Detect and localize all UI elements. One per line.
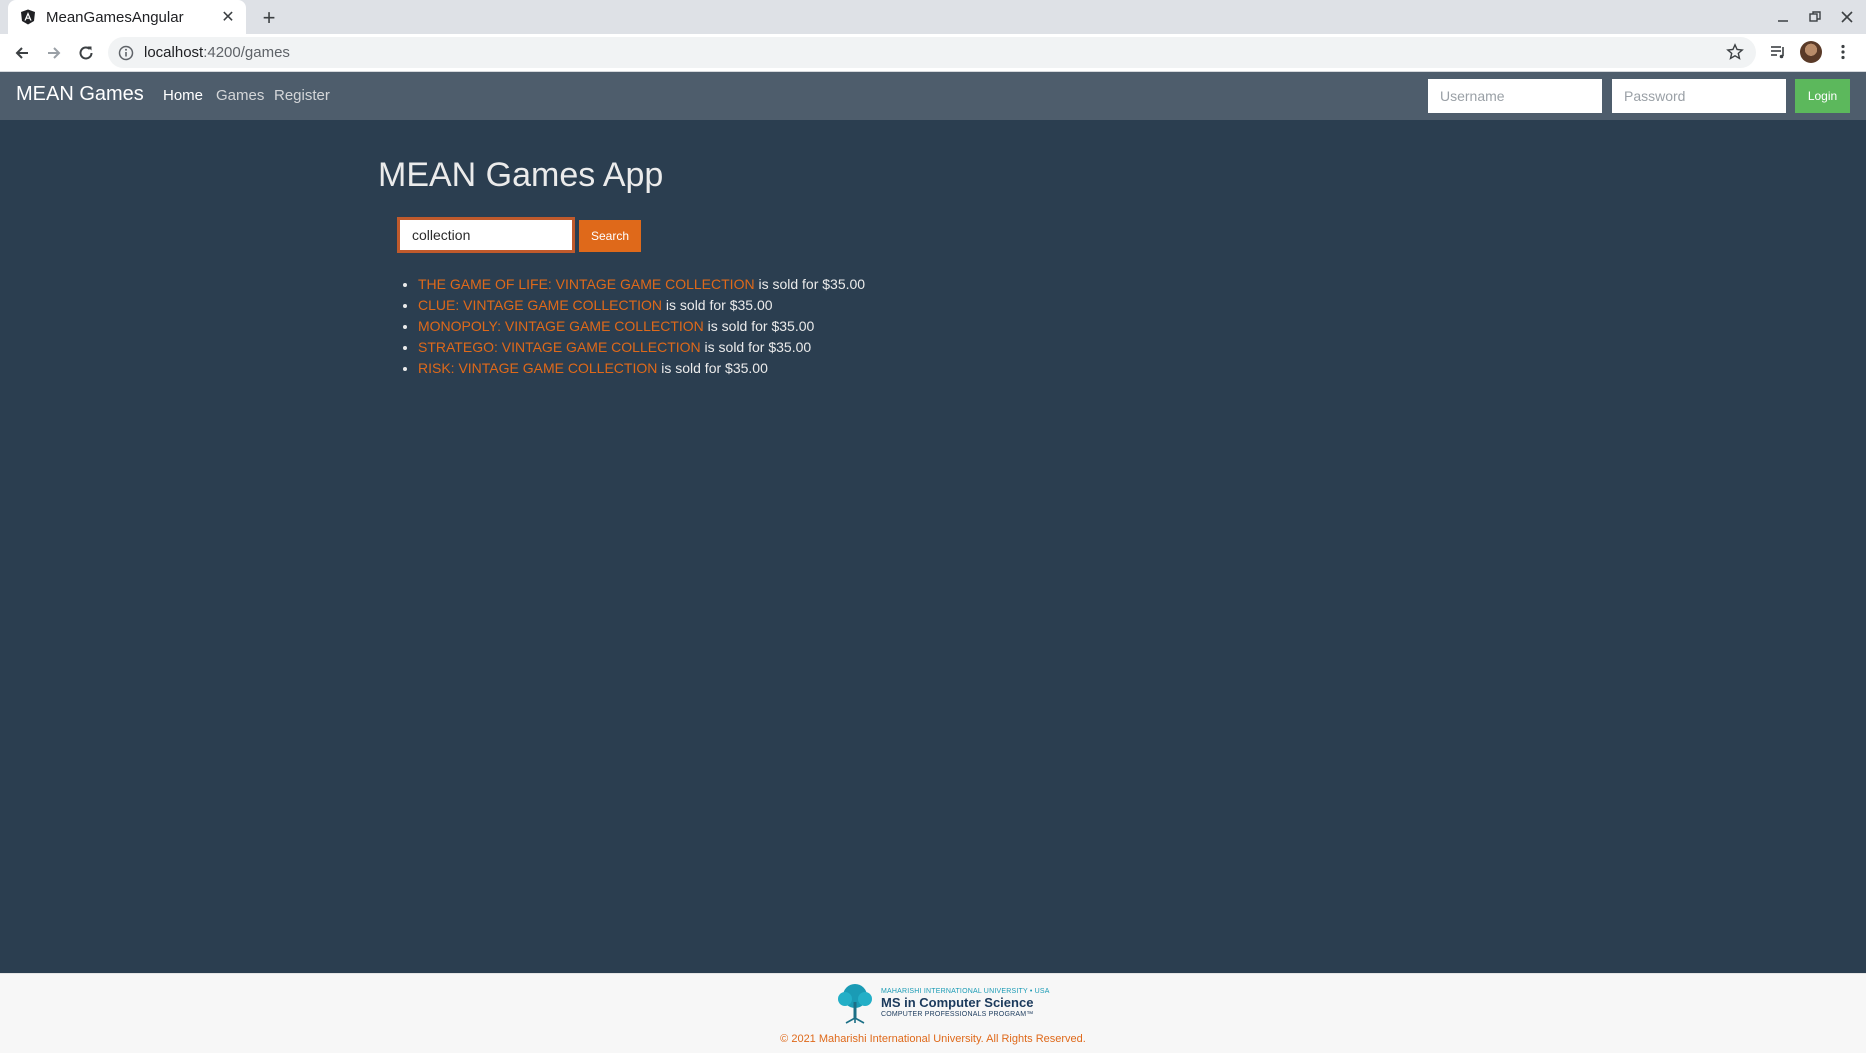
logo-main-text: MS in Computer Science xyxy=(881,995,1034,1010)
price-text: is sold for $35.00 xyxy=(754,276,866,292)
price-text: is sold for $35.00 xyxy=(703,318,815,334)
bookmark-star-icon[interactable] xyxy=(1726,43,1744,61)
restore-icon[interactable] xyxy=(1802,6,1828,28)
media-queue-icon[interactable] xyxy=(1766,40,1790,64)
list-item: MONOPOLY: VINTAGE GAME COLLECTION is sol… xyxy=(418,316,865,337)
footer: MAHARISHI INTERNATIONAL UNIVERSITY • USA… xyxy=(0,973,1866,1053)
nav-link-home[interactable]: Home xyxy=(163,87,203,104)
new-tab-icon[interactable]: + xyxy=(256,5,282,31)
browser-toolbar: localhost:4200/games xyxy=(0,34,1866,72)
profile-avatar[interactable] xyxy=(1799,40,1823,64)
reload-icon[interactable] xyxy=(72,39,100,67)
browser-tabstrip: MeanGamesAngular ✕ + xyxy=(0,0,1866,34)
list-item: RISK: VINTAGE GAME COLLECTION is sold fo… xyxy=(418,358,865,379)
tree-logo-icon xyxy=(833,982,877,1024)
list-item: THE GAME OF LIFE: VINTAGE GAME COLLECTIO… xyxy=(418,274,865,295)
address-bar[interactable]: localhost:4200/games xyxy=(108,37,1756,68)
price-text: is sold for $35.00 xyxy=(700,339,812,355)
game-link[interactable]: RISK: VINTAGE GAME COLLECTION xyxy=(418,360,657,376)
forward-arrow-icon[interactable] xyxy=(40,39,68,67)
game-link[interactable]: CLUE: VINTAGE GAME COLLECTION xyxy=(418,297,662,313)
site-info-icon[interactable] xyxy=(118,45,134,61)
avatar-image xyxy=(1800,41,1822,63)
search-button[interactable]: Search xyxy=(579,220,641,252)
search-input[interactable] xyxy=(397,217,575,253)
tab-title: MeanGamesAngular xyxy=(46,8,184,26)
logo-text-block: MAHARISHI INTERNATIONAL UNIVERSITY • USA… xyxy=(881,988,1050,1018)
angular-favicon-icon xyxy=(20,9,36,25)
app-navbar: MEAN Games Home Games Register Login xyxy=(0,72,1866,120)
game-link[interactable]: STRATEGO: VINTAGE GAME COLLECTION xyxy=(418,339,701,355)
minimize-icon[interactable] xyxy=(1770,6,1796,28)
copyright-text: © 2021 Maharishi International Universit… xyxy=(780,1033,1086,1045)
url-path: :4200/games xyxy=(203,44,290,61)
price-text: is sold for $35.00 xyxy=(662,297,773,313)
page-title: MEAN Games App xyxy=(378,156,664,194)
game-link[interactable]: THE GAME OF LIFE: VINTAGE GAME COLLECTIO… xyxy=(418,276,755,292)
university-logo: MAHARISHI INTERNATIONAL UNIVERSITY • USA… xyxy=(833,982,1050,1024)
list-item: STRATEGO: VINTAGE GAME COLLECTION is sol… xyxy=(418,337,865,358)
price-text: is sold for $35.00 xyxy=(657,360,768,376)
url-text: localhost:4200/games xyxy=(144,44,290,61)
url-host: localhost xyxy=(144,44,204,61)
logo-top-text: MAHARISHI INTERNATIONAL UNIVERSITY • USA xyxy=(881,988,1050,995)
username-input[interactable] xyxy=(1428,79,1602,113)
more-menu-icon[interactable] xyxy=(1831,40,1855,64)
window-close-icon[interactable] xyxy=(1834,6,1860,28)
list-item: CLUE: VINTAGE GAME COLLECTION is sold fo… xyxy=(418,295,865,316)
password-input[interactable] xyxy=(1612,79,1786,113)
nav-link-register[interactable]: Register xyxy=(274,87,330,104)
logo-sub-text: COMPUTER PROFESSIONALS PROGRAM™ xyxy=(881,1011,1034,1018)
nav-link-games[interactable]: Games xyxy=(216,87,264,104)
close-icon[interactable]: ✕ xyxy=(216,5,240,29)
browser-tab[interactable]: MeanGamesAngular ✕ xyxy=(8,0,246,34)
results-list: THE GAME OF LIFE: VINTAGE GAME COLLECTIO… xyxy=(399,274,865,379)
login-button[interactable]: Login xyxy=(1795,79,1850,113)
game-link[interactable]: MONOPOLY: VINTAGE GAME COLLECTION xyxy=(418,318,704,334)
navbar-brand[interactable]: MEAN Games xyxy=(16,83,144,106)
back-arrow-icon[interactable] xyxy=(8,39,36,67)
